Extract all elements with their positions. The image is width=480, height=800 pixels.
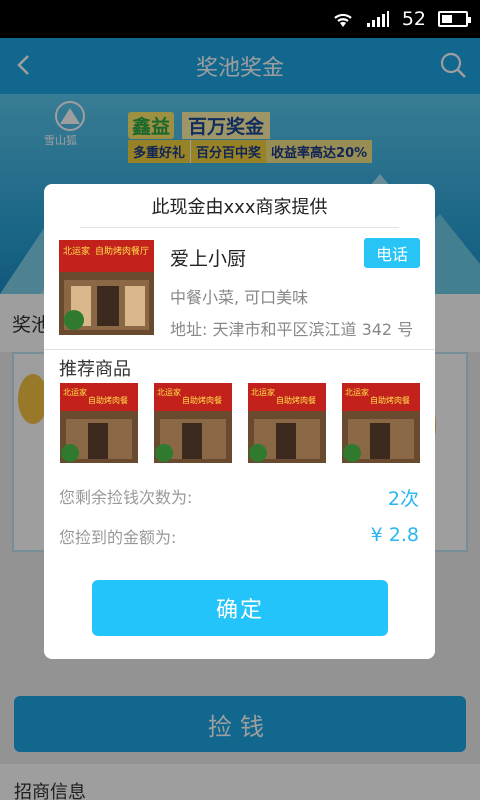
svg-text:北运家: 北运家 [251,387,275,397]
status-bar: 52 [0,0,480,38]
recommend-item[interactable]: 北运家 自助烤肉餐 [60,383,138,463]
svg-text:自助烤肉餐: 自助烤肉餐 [276,395,316,405]
merchant-description: 中餐小菜, 可口美味 [170,288,309,307]
merchant-name: 爱上小厨 [170,248,247,270]
recommend-item[interactable]: 北运家 自助烤肉餐 [154,383,232,463]
merchant-photo[interactable]: 北运家 自助烤肉餐厅 [59,240,154,335]
dialog-title: 此现金由xxx商家提供 [80,184,399,228]
svg-text:自助烤肉餐: 自助烤肉餐 [88,395,128,405]
remaining-count-label: 您剩余捡钱次数为: [59,488,193,507]
svg-text:北运家: 北运家 [63,245,90,257]
remaining-count-value: 2次 [387,488,419,510]
confirm-button[interactable]: 确定 [92,580,388,636]
amount-label: 您捡到的金额为: [59,528,177,547]
wifi-icon [334,13,352,27]
svg-text:北运家: 北运家 [63,387,87,397]
merchant-address: 地址: 天津市和平区滨江道 342 号 [170,320,414,339]
cash-reward-dialog: 此现金由xxx商家提供 北运家 自助烤肉餐厅 爱上小厨 电话 中餐小菜, 可口美… [44,184,435,659]
svg-text:自助烤肉餐: 自助烤肉餐 [370,395,410,405]
amount-row: 您捡到的金额为: ¥ 2.8 [59,524,419,548]
recommend-item[interactable]: 北运家 自助烤肉餐 [248,383,326,463]
svg-text:自助烤肉餐: 自助烤肉餐 [182,395,222,405]
svg-text:北运家: 北运家 [157,387,181,397]
recommend-item[interactable]: 北运家 自助烤肉餐 [342,383,420,463]
amount-value: ¥ 2.8 [370,524,419,546]
battery-text: 52 [401,8,426,30]
call-button[interactable]: 电话 [364,238,420,268]
battery-icon [438,11,471,27]
signal-icon [366,11,389,27]
recommend-list: 北运家 自助烤肉餐 北运家 自助烤肉餐 北运家 自助烤肉餐 北运家 自助烤肉餐 [60,383,420,463]
merchant-card: 北运家 自助烤肉餐厅 爱上小厨 电话 中餐小菜, 可口美味 地址: 天津市和平区… [44,232,435,350]
svg-text:自助烤肉餐厅: 自助烤肉餐厅 [95,245,149,257]
recommend-title: 推荐商品 [59,359,131,380]
svg-text:北运家: 北运家 [345,387,369,397]
remaining-count-row: 您剩余捡钱次数为: 2次 [59,484,419,511]
